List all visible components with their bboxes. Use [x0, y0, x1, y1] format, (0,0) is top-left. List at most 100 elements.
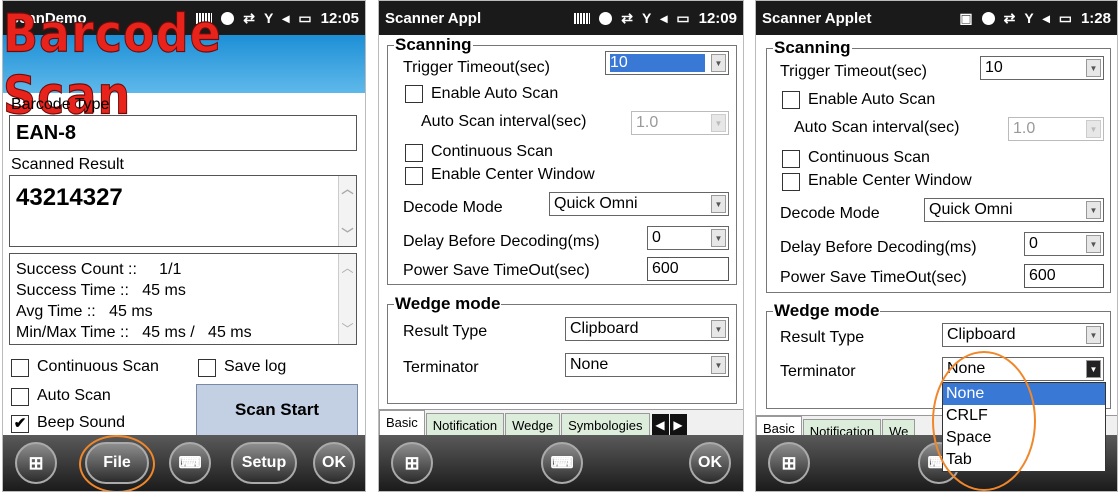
highlight-circle — [79, 435, 155, 491]
scanned-result-value: 43214327 — [16, 184, 123, 211]
power-save-timeout-input[interactable]: 600 — [1024, 264, 1104, 288]
continuous-scan-checkbox[interactable] — [405, 144, 423, 162]
windows-start-button[interactable]: ⊞ — [15, 442, 57, 484]
barcode-type-field[interactable]: EAN-8 — [9, 115, 357, 151]
result-scrollbar[interactable]: ︿ ﹀ — [338, 176, 356, 246]
status-dot-icon — [981, 11, 995, 25]
result-type-value: Clipboard — [947, 326, 1016, 343]
scanned-result-field[interactable]: 43214327 ︿ ﹀ — [9, 175, 357, 247]
barcode-type-label: Barcode Type — [11, 96, 110, 113]
bottom-bar: ⊞ File ⌨ Setup OK — [3, 435, 365, 491]
windows-logo-icon: ⊞ — [781, 452, 797, 473]
auto-scan-interval-value: 1.0 — [636, 114, 659, 131]
power-save-timeout-label: Power Save TimeOut(sec) — [780, 269, 967, 286]
tab-basic[interactable]: Basic — [379, 410, 425, 437]
keyboard-icon: ⌨ — [178, 455, 202, 472]
minmax-time: Min/Max Time :: 45 ms / 45 ms — [16, 324, 252, 341]
continuous-scan-checkbox[interactable] — [782, 150, 800, 168]
windows-start-button[interactable]: ⊞ — [768, 442, 810, 484]
scroll-up-icon: ︿ — [341, 182, 354, 196]
ok-button[interactable]: OK — [313, 442, 355, 484]
chevron-down-icon: ▼ — [711, 356, 726, 374]
tab-symbologies[interactable]: Symbologies — [561, 413, 650, 437]
success-time: Success Time :: 45 ms — [16, 282, 186, 299]
ok-button[interactable]: OK — [689, 442, 731, 484]
keyboard-button[interactable]: ⌨ — [541, 442, 583, 484]
bottom-bar: ⊞ ⌨ OK — [379, 435, 743, 491]
result-type-select[interactable]: Clipboard ▼ — [942, 323, 1104, 347]
trigger-timeout-select[interactable]: 10 ▼ — [980, 56, 1104, 80]
terminator-label: Terminator — [780, 363, 856, 380]
clock: 1:28 — [1080, 9, 1111, 27]
decode-mode-label: Decode Mode — [780, 205, 880, 222]
clock: 12:09 — [698, 9, 737, 27]
status-dot-icon — [599, 11, 613, 25]
tab-scroll-right-icon[interactable]: ▶ — [669, 414, 687, 435]
enable-auto-scan-label: Enable Auto Scan — [431, 85, 559, 102]
auto-scan-interval-value: 1.0 — [1013, 120, 1036, 137]
auto-scan-interval-select[interactable]: 1.0 ▼ — [1008, 117, 1104, 141]
result-type-label: Result Type — [780, 329, 865, 346]
chevron-down-icon: ▼ — [1086, 201, 1101, 219]
delay-before-decoding-value: 0 — [652, 229, 661, 246]
continuous-scan-label: Continuous Scan — [37, 358, 159, 375]
result-type-select[interactable]: Clipboard ▼ — [565, 317, 729, 341]
trigger-timeout-label: Trigger Timeout(sec) — [403, 59, 550, 76]
windows-start-button[interactable]: ⊞ — [391, 442, 433, 484]
chevron-down-icon: ▼ — [711, 229, 726, 247]
input-panel-icon: ▣ — [959, 9, 973, 26]
power-save-timeout-input[interactable]: 600 — [647, 257, 729, 281]
scanned-result-label: Scanned Result — [11, 156, 124, 173]
app-title: Scanner Applet — [762, 9, 872, 27]
decode-mode-select[interactable]: Quick Omni ▼ — [924, 198, 1104, 222]
continuous-scan-checkbox[interactable] — [11, 359, 29, 377]
delay-before-decoding-label: Delay Before Decoding(ms) — [403, 233, 600, 250]
stats-scrollbar[interactable]: ︿ ﹀ — [338, 254, 356, 344]
keyboard-icon: ⌨ — [550, 455, 574, 472]
auto-scan-checkbox[interactable] — [11, 388, 29, 406]
tab-bar: Basic Notification Wedge Symbologies ◀ ▶ — [379, 409, 743, 437]
scanner-applet-screen: Scanner Appl ⇄ Y ◂ ▭ 12:09 Scanning Trig… — [378, 0, 744, 492]
delay-before-decoding-label: Delay Before Decoding(ms) — [780, 239, 977, 256]
enable-auto-scan-label: Enable Auto Scan — [808, 91, 936, 108]
highlight-circle — [932, 351, 1036, 491]
trigger-timeout-select[interactable]: 10 ▼ — [605, 51, 729, 75]
trigger-timeout-label: Trigger Timeout(sec) — [780, 63, 927, 80]
chevron-down-icon: ▼ — [1086, 360, 1101, 378]
delay-before-decoding-value: 0 — [1029, 235, 1038, 252]
scan-start-button[interactable]: Scan Start — [196, 384, 358, 436]
app-title: Scanner Appl — [385, 9, 482, 27]
decode-mode-select[interactable]: Quick Omni ▼ — [549, 192, 729, 216]
battery-icon: ▭ — [676, 9, 690, 26]
enable-auto-scan-checkbox[interactable] — [405, 85, 423, 103]
scroll-down-icon: ﹀ — [341, 227, 354, 241]
tab-notification[interactable]: Notification — [425, 413, 505, 437]
setup-button[interactable]: Setup — [231, 442, 297, 484]
volume-icon: ◂ — [1042, 9, 1050, 26]
status-bar: Scanner Appl ⇄ Y ◂ ▭ 12:09 — [379, 1, 743, 35]
beep-sound-checkbox[interactable]: ✔ — [11, 415, 29, 433]
keyboard-button[interactable]: ⌨ — [169, 442, 211, 484]
success-count: Success Count :: 1/1 — [16, 261, 182, 278]
windows-logo-icon: ⊞ — [404, 452, 420, 473]
volume-icon: ◂ — [660, 9, 668, 26]
enable-center-window-checkbox[interactable] — [405, 167, 423, 185]
continuous-scan-label: Continuous Scan — [431, 143, 553, 160]
delay-before-decoding-select[interactable]: 0 ▼ — [1024, 232, 1104, 256]
beep-sound-label: Beep Sound — [37, 414, 126, 431]
wedge-mode-group-title: Wedge mode — [394, 294, 502, 314]
terminator-select[interactable]: None ▼ — [565, 353, 729, 377]
enable-auto-scan-checkbox[interactable] — [782, 91, 800, 109]
scanner-applet-dropdown-screen: Scanner Applet ▣ ⇄ Y ◂ ▭ 1:28 Scanning T… — [755, 0, 1118, 492]
auto-scan-label: Auto Scan — [37, 387, 111, 404]
delay-before-decoding-select[interactable]: 0 ▼ — [647, 226, 729, 250]
decode-mode-label: Decode Mode — [403, 199, 503, 216]
status-bar: Scanner Applet ▣ ⇄ Y ◂ ▭ 1:28 — [756, 1, 1117, 35]
tab-scroll-left-icon[interactable]: ◀ — [651, 414, 669, 435]
enable-center-window-checkbox[interactable] — [782, 173, 800, 191]
tab-wedge[interactable]: Wedge — [505, 413, 561, 437]
save-log-checkbox[interactable] — [198, 359, 216, 377]
terminator-label: Terminator — [403, 359, 479, 376]
scroll-up-icon: ︿ — [341, 261, 354, 275]
auto-scan-interval-select[interactable]: 1.0 ▼ — [631, 111, 729, 135]
